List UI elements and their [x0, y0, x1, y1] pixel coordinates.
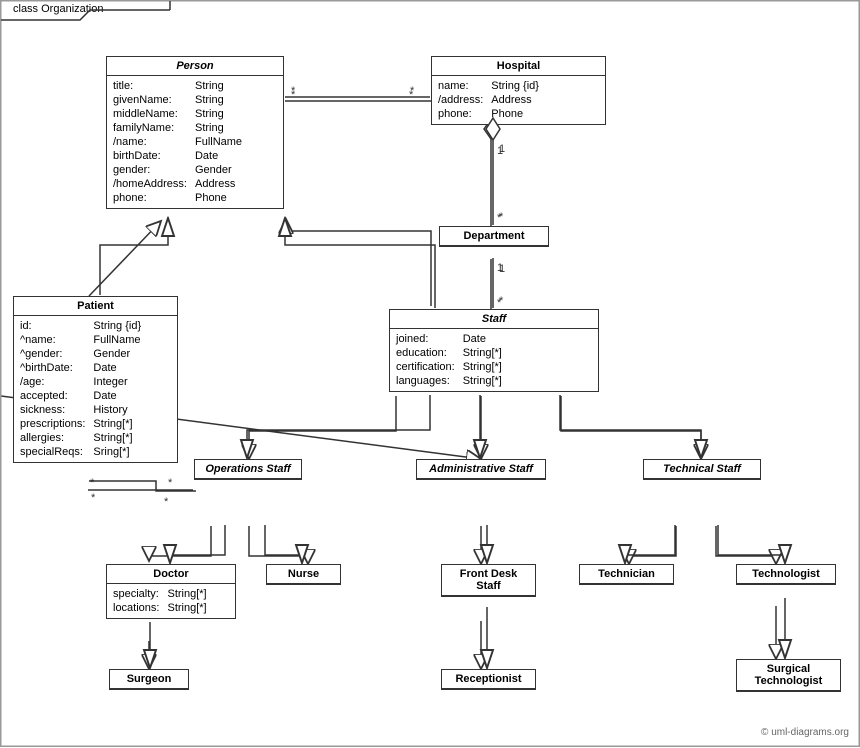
class-technologist: Technologist: [736, 564, 836, 585]
class-receptionist: Receptionist: [441, 669, 536, 690]
class-patient-header: Patient: [14, 297, 177, 316]
class-hospital: Hospital name:String {id} /address:Addre…: [431, 56, 606, 125]
svg-text:*: *: [91, 492, 96, 504]
class-hospital-body: name:String {id} /address:Address phone:…: [432, 76, 605, 124]
class-technician-header: Technician: [580, 565, 673, 584]
class-department: Department: [439, 226, 549, 247]
class-surgeon-header: Surgeon: [110, 670, 188, 689]
class-staff-body: joined:Date education:String[*] certific…: [390, 329, 598, 391]
svg-text:*: *: [497, 297, 502, 309]
class-department-header: Department: [440, 227, 548, 246]
class-receptionist-header: Receptionist: [442, 670, 535, 689]
class-doctor: Doctor specialty:String[*] locations:Str…: [106, 564, 236, 619]
class-hospital-header: Hospital: [432, 57, 605, 76]
svg-text:1: 1: [497, 145, 503, 157]
class-operations-staff: Operations Staff: [194, 459, 302, 480]
copyright: © uml-diagrams.org: [761, 727, 849, 738]
class-technical-staff-header: Technical Staff: [644, 460, 760, 479]
class-technologist-header: Technologist: [737, 565, 835, 584]
class-person-header: Person: [107, 57, 283, 76]
class-patient: Patient id:String {id} ^name:FullName ^g…: [13, 296, 178, 463]
class-surgeon: Surgeon: [109, 669, 189, 690]
diagram-container: class Organization 1 *: [0, 0, 860, 747]
class-technician: Technician: [579, 564, 674, 585]
class-doctor-body: specialty:String[*] locations:String[*]: [107, 584, 235, 618]
class-front-desk-staff: Front Desk Staff: [441, 564, 536, 597]
class-technical-staff: Technical Staff: [643, 459, 761, 480]
class-person: Person title:String givenName:String mid…: [106, 56, 284, 209]
class-staff: Staff joined:Date education:String[*] ce…: [389, 309, 599, 392]
class-patient-body: id:String {id} ^name:FullName ^gender:Ge…: [14, 316, 177, 462]
svg-text:*: *: [164, 496, 169, 508]
class-nurse: Nurse: [266, 564, 341, 585]
class-front-desk-staff-header: Front Desk Staff: [442, 565, 535, 596]
class-surgical-technologist: Surgical Technologist: [736, 659, 841, 692]
svg-text:*: *: [409, 89, 414, 101]
svg-text:1: 1: [497, 262, 503, 274]
svg-text:*: *: [497, 212, 502, 224]
class-administrative-staff: Administrative Staff: [416, 459, 546, 480]
class-doctor-header: Doctor: [107, 565, 235, 584]
svg-text:*: *: [291, 89, 296, 101]
class-administrative-staff-header: Administrative Staff: [417, 460, 545, 479]
class-operations-staff-header: Operations Staff: [195, 460, 301, 479]
class-staff-header: Staff: [390, 310, 598, 329]
diagram-title: class Organization: [9, 3, 108, 15]
class-surgical-technologist-header: Surgical Technologist: [737, 660, 840, 691]
class-person-body: title:String givenName:String middleName…: [107, 76, 283, 208]
class-nurse-header: Nurse: [267, 565, 340, 584]
